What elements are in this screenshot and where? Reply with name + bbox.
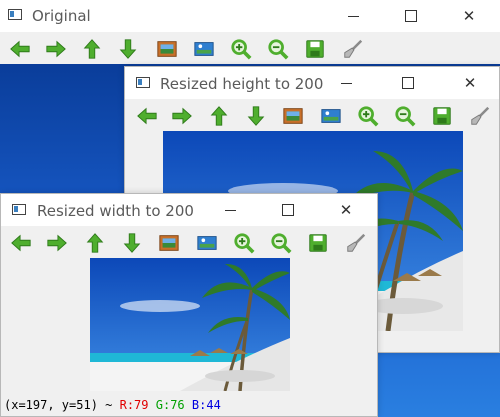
- zoom-out-icon[interactable]: [393, 104, 417, 128]
- width-titlebar[interactable]: Resized width to 200 ✕: [1, 194, 377, 226]
- maximize-button[interactable]: [388, 0, 434, 32]
- save-icon[interactable]: [430, 104, 454, 128]
- beach-photo: [90, 258, 290, 391]
- maximize-button[interactable]: [265, 194, 311, 226]
- zoom-in-icon[interactable]: [232, 231, 256, 255]
- arrow-up-icon[interactable]: [83, 231, 107, 255]
- arrow-up-icon[interactable]: [207, 104, 231, 128]
- arrow-down-icon[interactable]: [120, 231, 144, 255]
- app-icon: [8, 9, 22, 20]
- brush-icon[interactable]: [341, 37, 365, 61]
- status-blue: B:44: [191, 398, 221, 412]
- image-icon[interactable]: [155, 37, 179, 61]
- app-icon: [136, 77, 150, 88]
- zoom-out-icon[interactable]: [269, 231, 293, 255]
- arrow-left-icon[interactable]: [9, 231, 33, 255]
- status-red: R:79: [119, 398, 149, 412]
- brush-icon[interactable]: [468, 104, 492, 128]
- arrow-left-icon[interactable]: [8, 37, 32, 61]
- status-bar: (x=197, y=51) ~ R:79 G:76 B:44: [1, 396, 377, 414]
- brush-icon[interactable]: [344, 231, 368, 255]
- maximize-button[interactable]: [385, 67, 431, 99]
- minimize-button[interactable]: [323, 67, 369, 99]
- height-titlebar[interactable]: Resized height to 200 ✕: [125, 67, 499, 99]
- arrow-left-icon[interactable]: [135, 104, 159, 128]
- save-icon[interactable]: [303, 37, 327, 61]
- original-toolbar: [0, 32, 500, 66]
- save-image-icon[interactable]: [195, 231, 219, 255]
- close-button[interactable]: ✕: [323, 194, 369, 226]
- zoom-out-icon[interactable]: [266, 37, 290, 61]
- status-green: G:76: [155, 398, 185, 412]
- height-toolbar: [125, 99, 499, 133]
- window-title: Resized width to 200: [37, 202, 194, 220]
- arrow-right-icon[interactable]: [44, 37, 68, 61]
- app-icon: [12, 204, 26, 215]
- arrow-up-icon[interactable]: [80, 37, 104, 61]
- save-image-icon[interactable]: [192, 37, 216, 61]
- save-image-icon[interactable]: [319, 104, 343, 128]
- window-title: Resized height to 200: [160, 75, 324, 93]
- image-icon[interactable]: [157, 231, 181, 255]
- save-icon[interactable]: [306, 231, 330, 255]
- window-title: Original: [32, 7, 91, 25]
- minimize-button[interactable]: [330, 0, 376, 32]
- arrow-right-icon[interactable]: [45, 231, 69, 255]
- close-button[interactable]: ✕: [446, 0, 492, 32]
- original-titlebar[interactable]: Original ✕: [0, 0, 500, 32]
- minimize-button[interactable]: [207, 194, 253, 226]
- zoom-in-icon[interactable]: [229, 37, 253, 61]
- width-toolbar: [1, 226, 377, 260]
- zoom-in-icon[interactable]: [356, 104, 380, 128]
- arrow-down-icon[interactable]: [116, 37, 140, 61]
- arrow-down-icon[interactable]: [244, 104, 268, 128]
- arrow-right-icon[interactable]: [170, 104, 194, 128]
- status-coords: (x=197, y=51) ~: [4, 398, 113, 412]
- image-icon[interactable]: [281, 104, 305, 128]
- resized-width-window: Resized width to 200 ✕ (x=197, y=51) ~ R…: [0, 193, 378, 417]
- close-button[interactable]: ✕: [447, 67, 493, 99]
- width-image[interactable]: [90, 258, 290, 391]
